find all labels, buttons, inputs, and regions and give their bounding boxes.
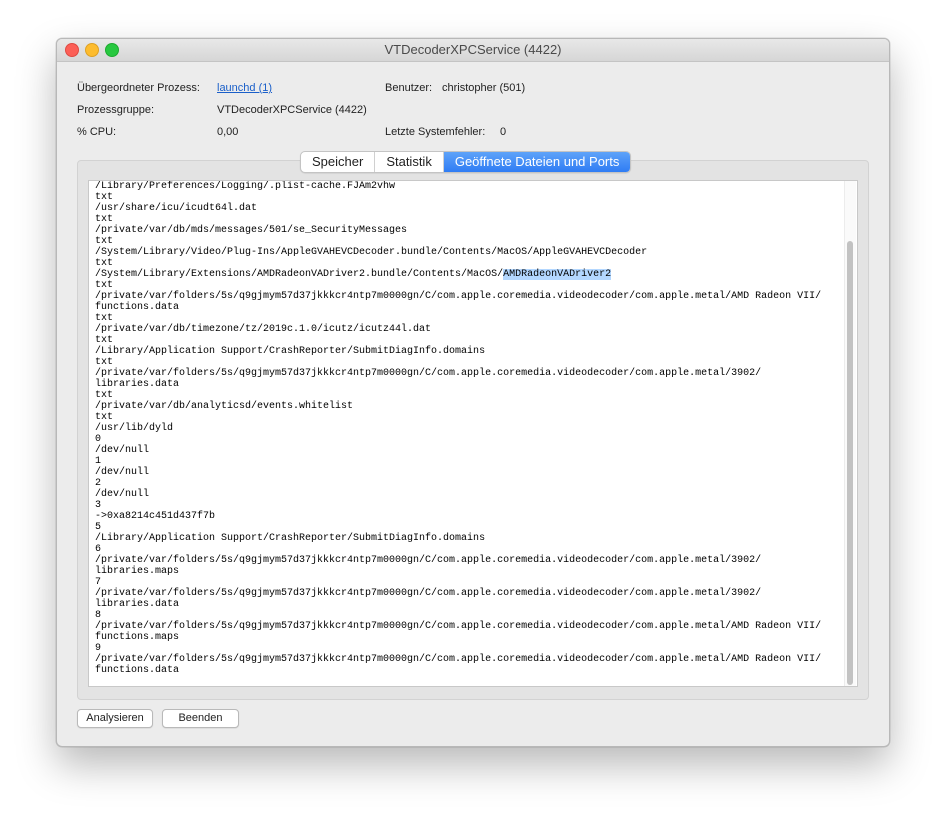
quit-button[interactable]: Beenden	[162, 709, 239, 728]
cpu-value: 0,00	[217, 126, 239, 138]
tab-open-files-and-ports[interactable]: Geöffnete Dateien und Ports	[443, 152, 631, 172]
user-value: christopher (501)	[442, 82, 526, 94]
tab-bar: Speicher Statistik Geöffnete Dateien und…	[300, 151, 632, 173]
tab-memory[interactable]: Speicher	[301, 152, 376, 172]
parent-process-label: Übergeordneter Prozess:	[77, 82, 200, 94]
open-files-text-view[interactable]: /Library/Preferences/Logging/.plist-cach…	[88, 180, 858, 687]
open-files-text-before: /Library/Preferences/Logging/.plist-cach…	[95, 181, 648, 280]
parent-process-link[interactable]: launchd (1)	[217, 82, 272, 94]
cpu-label: % CPU:	[77, 126, 117, 138]
selected-text: AMDRadeonVADriver2	[503, 269, 612, 280]
sample-button[interactable]: Analysieren	[77, 709, 153, 728]
process-info-window: VTDecoderXPCService (4422) Übergeordnete…	[56, 38, 890, 747]
title-bar[interactable]: VTDecoderXPCService (4422)	[57, 39, 889, 62]
open-files-text-after: txt /private/var/folders/5s/q9gjmym57d37…	[95, 280, 822, 676]
user-label: Benutzer:	[385, 82, 433, 94]
window-title: VTDecoderXPCService (4422)	[384, 42, 562, 57]
tab-statistics[interactable]: Statistik	[375, 152, 444, 172]
recent-faults-label: Letzte Systemfehler:	[385, 126, 486, 138]
open-files-list[interactable]: /Library/Preferences/Logging/.plist-cach…	[95, 181, 835, 676]
process-group-label: Prozessgruppe:	[77, 104, 155, 116]
scrollbar-thumb[interactable]	[847, 241, 853, 685]
vertical-scrollbar[interactable]	[844, 181, 856, 686]
recent-faults-value: 0	[500, 126, 507, 138]
process-group-value: VTDecoderXPCService (4422)	[217, 104, 367, 116]
